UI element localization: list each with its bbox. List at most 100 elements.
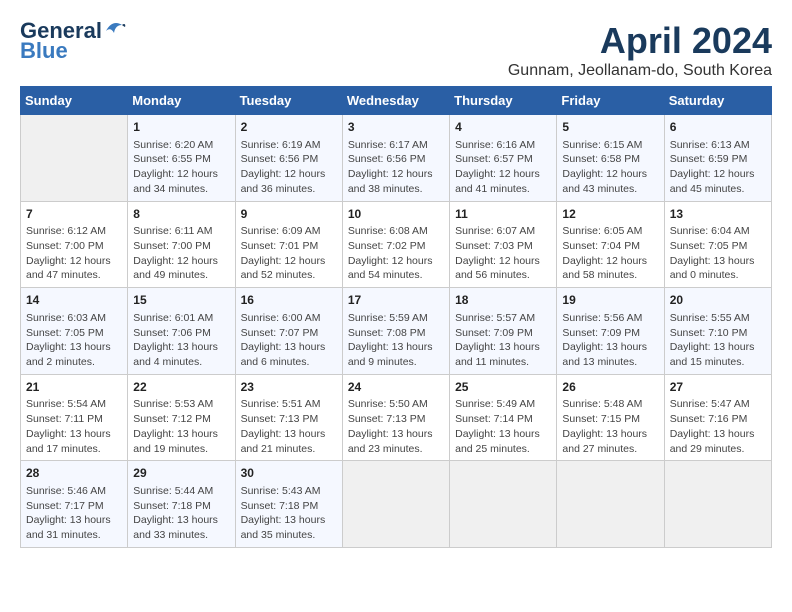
calendar-cell: 26Sunrise: 5:48 AMSunset: 7:15 PMDayligh… xyxy=(557,374,664,461)
day-number: 14 xyxy=(26,292,122,309)
day-number: 7 xyxy=(26,206,122,223)
calendar-cell: 11Sunrise: 6:07 AMSunset: 7:03 PMDayligh… xyxy=(450,201,557,288)
day-sun-info: Sunrise: 6:12 AMSunset: 7:00 PMDaylight:… xyxy=(26,224,122,283)
weekday-header-thursday: Thursday xyxy=(450,87,557,115)
day-sun-info: Sunrise: 6:07 AMSunset: 7:03 PMDaylight:… xyxy=(455,224,551,283)
day-sun-info: Sunrise: 5:43 AMSunset: 7:18 PMDaylight:… xyxy=(241,484,337,543)
calendar-header: SundayMondayTuesdayWednesdayThursdayFrid… xyxy=(21,87,772,115)
day-number: 8 xyxy=(133,206,229,223)
day-number: 17 xyxy=(348,292,444,309)
logo-blue-text: Blue xyxy=(20,40,68,62)
day-number: 15 xyxy=(133,292,229,309)
day-number: 2 xyxy=(241,119,337,136)
day-number: 4 xyxy=(455,119,551,136)
calendar-cell: 23Sunrise: 5:51 AMSunset: 7:13 PMDayligh… xyxy=(235,374,342,461)
day-number: 3 xyxy=(348,119,444,136)
day-sun-info: Sunrise: 6:11 AMSunset: 7:00 PMDaylight:… xyxy=(133,224,229,283)
page-header: General Blue April 2024 Gunnam, Jeollana… xyxy=(20,20,772,80)
day-sun-info: Sunrise: 6:19 AMSunset: 6:56 PMDaylight:… xyxy=(241,138,337,197)
day-number: 5 xyxy=(562,119,658,136)
day-sun-info: Sunrise: 5:47 AMSunset: 7:16 PMDaylight:… xyxy=(670,397,766,456)
calendar-week-row: 14 Sunrise: 6:03 AMSunset: 7:05 PMDayligh… xyxy=(21,288,772,375)
month-title: April 2024 xyxy=(508,20,772,62)
day-sun-info: Sunrise: 5:59 AMSunset: 7:08 PMDaylight:… xyxy=(348,311,444,370)
day-number: 11 xyxy=(455,206,551,223)
weekday-header-monday: Monday xyxy=(128,87,235,115)
day-number: 13 xyxy=(670,206,766,223)
weekday-header-row: SundayMondayTuesdayWednesdayThursdayFrid… xyxy=(21,87,772,115)
day-number: 22 xyxy=(133,379,229,396)
weekday-header-wednesday: Wednesday xyxy=(342,87,449,115)
calendar-cell: 1 Sunrise: 6:20 AMSunset: 6:55 PMDaylight… xyxy=(128,115,235,202)
calendar-week-row: 21Sunrise: 5:54 AMSunset: 7:11 PMDayligh… xyxy=(21,374,772,461)
day-number: 9 xyxy=(241,206,337,223)
calendar-cell xyxy=(21,115,128,202)
location-subtitle: Gunnam, Jeollanam-do, South Korea xyxy=(508,62,772,80)
day-sun-info: Sunrise: 5:53 AMSunset: 7:12 PMDaylight:… xyxy=(133,397,229,456)
day-number: 23 xyxy=(241,379,337,396)
day-sun-info: Sunrise: 6:20 AMSunset: 6:55 PMDaylight:… xyxy=(133,138,229,197)
day-number: 12 xyxy=(562,206,658,223)
calendar-week-row: 1 Sunrise: 6:20 AMSunset: 6:55 PMDaylight… xyxy=(21,115,772,202)
calendar-cell xyxy=(342,461,449,548)
calendar-cell: 18 Sunrise: 5:57 AMSunset: 7:09 PMDayligh… xyxy=(450,288,557,375)
calendar-cell: 12Sunrise: 6:05 AMSunset: 7:04 PMDayligh… xyxy=(557,201,664,288)
day-number: 25 xyxy=(455,379,551,396)
calendar-cell: 29Sunrise: 5:44 AMSunset: 7:18 PMDayligh… xyxy=(128,461,235,548)
calendar-body: 1 Sunrise: 6:20 AMSunset: 6:55 PMDaylight… xyxy=(21,115,772,548)
day-sun-info: Sunrise: 6:17 AMSunset: 6:56 PMDaylight:… xyxy=(348,138,444,197)
calendar-cell xyxy=(557,461,664,548)
day-number: 16 xyxy=(241,292,337,309)
calendar-cell: 17 Sunrise: 5:59 AMSunset: 7:08 PMDayligh… xyxy=(342,288,449,375)
calendar-cell: 7Sunrise: 6:12 AMSunset: 7:00 PMDaylight… xyxy=(21,201,128,288)
day-number: 6 xyxy=(670,119,766,136)
day-number: 28 xyxy=(26,465,122,482)
day-sun-info: Sunrise: 6:15 AMSunset: 6:58 PMDaylight:… xyxy=(562,138,658,197)
calendar-cell: 9Sunrise: 6:09 AMSunset: 7:01 PMDaylight… xyxy=(235,201,342,288)
calendar-cell: 16Sunrise: 6:00 AMSunset: 7:07 PMDayligh… xyxy=(235,288,342,375)
calendar-cell: 3 Sunrise: 6:17 AMSunset: 6:56 PMDaylight… xyxy=(342,115,449,202)
weekday-header-tuesday: Tuesday xyxy=(235,87,342,115)
calendar-cell: 14 Sunrise: 6:03 AMSunset: 7:05 PMDayligh… xyxy=(21,288,128,375)
day-number: 21 xyxy=(26,379,122,396)
day-sun-info: Sunrise: 5:49 AMSunset: 7:14 PMDaylight:… xyxy=(455,397,551,456)
calendar-cell: 19Sunrise: 5:56 AMSunset: 7:09 PMDayligh… xyxy=(557,288,664,375)
weekday-header-friday: Friday xyxy=(557,87,664,115)
calendar-cell: 8Sunrise: 6:11 AMSunset: 7:00 PMDaylight… xyxy=(128,201,235,288)
day-sun-info: Sunrise: 6:05 AMSunset: 7:04 PMDaylight:… xyxy=(562,224,658,283)
day-sun-info: Sunrise: 6:08 AMSunset: 7:02 PMDaylight:… xyxy=(348,224,444,283)
calendar-cell: 20Sunrise: 5:55 AMSunset: 7:10 PMDayligh… xyxy=(664,288,771,375)
weekday-header-saturday: Saturday xyxy=(664,87,771,115)
weekday-header-sunday: Sunday xyxy=(21,87,128,115)
day-sun-info: Sunrise: 6:03 AMSunset: 7:05 PMDaylight:… xyxy=(26,311,122,370)
day-number: 10 xyxy=(348,206,444,223)
day-number: 27 xyxy=(670,379,766,396)
calendar-cell: 28 Sunrise: 5:46 AMSunset: 7:17 PMDayligh… xyxy=(21,461,128,548)
day-sun-info: Sunrise: 5:50 AMSunset: 7:13 PMDaylight:… xyxy=(348,397,444,456)
calendar-cell: 30 Sunrise: 5:43 AMSunset: 7:18 PMDayligh… xyxy=(235,461,342,548)
title-block: April 2024 Gunnam, Jeollanam-do, South K… xyxy=(508,20,772,80)
calendar-cell xyxy=(664,461,771,548)
day-sun-info: Sunrise: 5:57 AMSunset: 7:09 PMDaylight:… xyxy=(455,311,551,370)
logo-bird-icon xyxy=(104,19,126,37)
day-number: 30 xyxy=(241,465,337,482)
day-sun-info: Sunrise: 5:46 AMSunset: 7:17 PMDaylight:… xyxy=(26,484,122,543)
day-number: 18 xyxy=(455,292,551,309)
calendar-cell: 21Sunrise: 5:54 AMSunset: 7:11 PMDayligh… xyxy=(21,374,128,461)
calendar-table: SundayMondayTuesdayWednesdayThursdayFrid… xyxy=(20,86,772,548)
day-sun-info: Sunrise: 6:09 AMSunset: 7:01 PMDaylight:… xyxy=(241,224,337,283)
logo: General Blue xyxy=(20,20,126,62)
calendar-cell: 25Sunrise: 5:49 AMSunset: 7:14 PMDayligh… xyxy=(450,374,557,461)
day-sun-info: Sunrise: 5:55 AMSunset: 7:10 PMDaylight:… xyxy=(670,311,766,370)
day-sun-info: Sunrise: 5:54 AMSunset: 7:11 PMDaylight:… xyxy=(26,397,122,456)
calendar-cell: 22Sunrise: 5:53 AMSunset: 7:12 PMDayligh… xyxy=(128,374,235,461)
day-number: 29 xyxy=(133,465,229,482)
day-sun-info: Sunrise: 6:04 AMSunset: 7:05 PMDaylight:… xyxy=(670,224,766,283)
calendar-cell xyxy=(450,461,557,548)
day-sun-info: Sunrise: 5:48 AMSunset: 7:15 PMDaylight:… xyxy=(562,397,658,456)
calendar-cell: 13Sunrise: 6:04 AMSunset: 7:05 PMDayligh… xyxy=(664,201,771,288)
calendar-cell: 5 Sunrise: 6:15 AMSunset: 6:58 PMDaylight… xyxy=(557,115,664,202)
day-sun-info: Sunrise: 5:51 AMSunset: 7:13 PMDaylight:… xyxy=(241,397,337,456)
day-number: 1 xyxy=(133,119,229,136)
calendar-cell: 27Sunrise: 5:47 AMSunset: 7:16 PMDayligh… xyxy=(664,374,771,461)
